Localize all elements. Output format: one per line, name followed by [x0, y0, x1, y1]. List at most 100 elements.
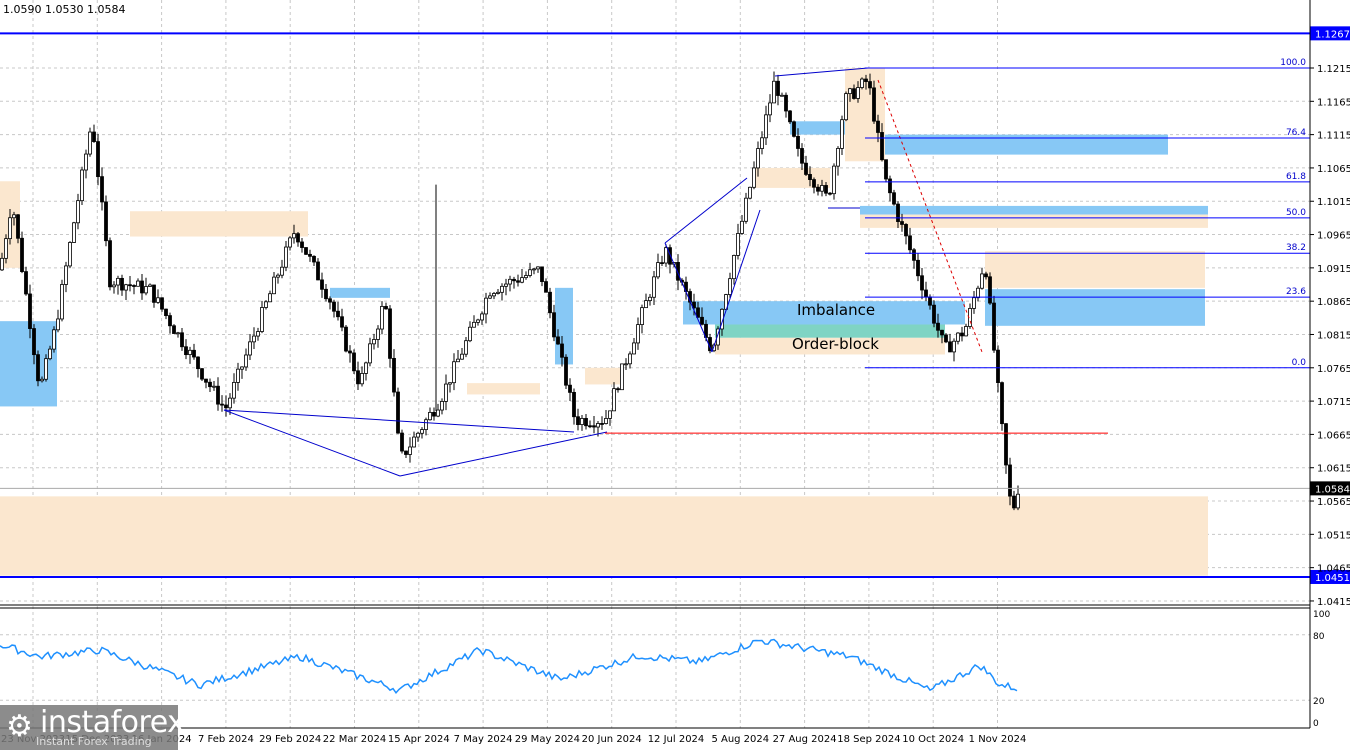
candle-body: [1000, 382, 1004, 425]
candle-body: [324, 288, 328, 300]
price-axis-label: 1.0865: [1317, 297, 1350, 308]
candle-body: [580, 418, 584, 425]
candle-body: [736, 233, 740, 256]
candle-body: [476, 319, 480, 323]
fib-level-label: 0.0: [1292, 358, 1307, 368]
candle-body: [344, 326, 348, 352]
date-label: 18 Sep 2024: [837, 734, 900, 745]
candle-body: [728, 278, 732, 295]
candle-body: [168, 315, 172, 327]
candle-body: [868, 81, 872, 89]
candle-body: [972, 297, 976, 309]
candle-body: [292, 233, 296, 239]
candle-body: [1004, 423, 1008, 466]
candle-body: [532, 268, 536, 271]
candle-body: [144, 286, 148, 294]
candle-body: [340, 316, 344, 328]
price-axis-label: 1.0765: [1317, 364, 1350, 375]
supply-zone: [467, 383, 540, 395]
supply-zone: [985, 251, 1205, 288]
candle-body: [740, 220, 744, 234]
candle-body: [232, 382, 236, 399]
price-tag-label: 1.1267: [1315, 29, 1350, 40]
candle-body: [156, 297, 160, 303]
price-axis-label: 1.0965: [1317, 231, 1350, 242]
supply-zone: [860, 214, 1208, 228]
fib-level-label: 38.2: [1286, 243, 1306, 253]
candle-body: [192, 349, 196, 358]
candle-body: [256, 331, 260, 337]
candle-body: [792, 121, 796, 137]
candle-body: [640, 307, 644, 325]
candle-body: [76, 200, 80, 224]
candle-body: [172, 325, 176, 334]
candle-body: [428, 411, 432, 421]
candle-body: [988, 276, 992, 304]
candle-body: [804, 162, 808, 175]
candle-body: [628, 353, 632, 365]
candle-body: [796, 135, 800, 149]
candle-body: [228, 397, 232, 409]
fib-level-label: 100.0: [1280, 58, 1306, 68]
price-tag-label: 1.0584: [1315, 484, 1350, 495]
date-label: 29 Feb 2024: [259, 734, 321, 745]
candle-body: [488, 295, 492, 299]
candle-body: [444, 383, 448, 402]
candle-body: [632, 342, 636, 355]
candle-body: [388, 308, 392, 359]
candle-body: [776, 80, 780, 96]
candle-body: [612, 388, 616, 412]
candle-body: [304, 247, 308, 255]
candle-body: [52, 329, 56, 350]
candle-body: [56, 318, 60, 331]
candle-body: [308, 253, 312, 257]
fib-level-label: 61.8: [1286, 172, 1306, 182]
candle-body: [472, 321, 476, 328]
rsi-line: [0, 638, 1018, 695]
candle-body: [492, 293, 496, 297]
candle-body: [276, 274, 280, 278]
candle-body: [764, 114, 768, 139]
price-chart[interactable]: Imbalance Order-block 100.0 76.4 61.8 50.0 38.…: [0, 0, 1350, 750]
price-axis-label: 1.1065: [1317, 164, 1350, 175]
candle-body: [412, 436, 416, 448]
candle-body: [392, 357, 396, 393]
candle-body: [504, 283, 508, 287]
rsi-axis-label: 0: [1313, 719, 1319, 729]
imbalance-zone: [555, 287, 573, 365]
rsi-axis-label: 20: [1313, 697, 1325, 707]
price-axis-label: 1.0665: [1317, 430, 1350, 441]
price-axis-label: 1.0465: [1317, 564, 1350, 575]
candle-body: [348, 350, 352, 354]
candle-body: [204, 378, 208, 383]
candle-body: [24, 271, 28, 295]
candle-body: [932, 304, 936, 324]
candle-body: [812, 179, 816, 188]
candle-body: [936, 322, 940, 331]
candle-body: [160, 297, 164, 310]
candle-body: [132, 285, 136, 287]
candle-body: [496, 291, 500, 294]
candle-body: [16, 214, 20, 239]
rsi-axis-label: 80: [1313, 632, 1325, 642]
candle-body: [572, 391, 576, 418]
imbalance-zone: [330, 287, 390, 298]
imbalance-label: Imbalance: [797, 301, 875, 319]
gear-logo-icon: ⚙: [6, 709, 33, 744]
candle-body: [512, 278, 516, 282]
candle-body: [576, 416, 580, 425]
candle-body: [992, 302, 996, 351]
candle-body: [284, 246, 288, 268]
imbalance-zone: [0, 321, 57, 407]
candle-body: [616, 388, 620, 391]
candle-body: [148, 284, 152, 287]
candle-body: [556, 336, 560, 345]
candle-body: [608, 410, 612, 419]
candle-body: [436, 409, 440, 417]
candle-body: [916, 259, 920, 277]
candle-body: [884, 159, 888, 180]
candle-body: [368, 343, 372, 364]
candle-body: [908, 235, 912, 251]
candle-body: [8, 217, 12, 240]
candle-body: [860, 78, 864, 88]
